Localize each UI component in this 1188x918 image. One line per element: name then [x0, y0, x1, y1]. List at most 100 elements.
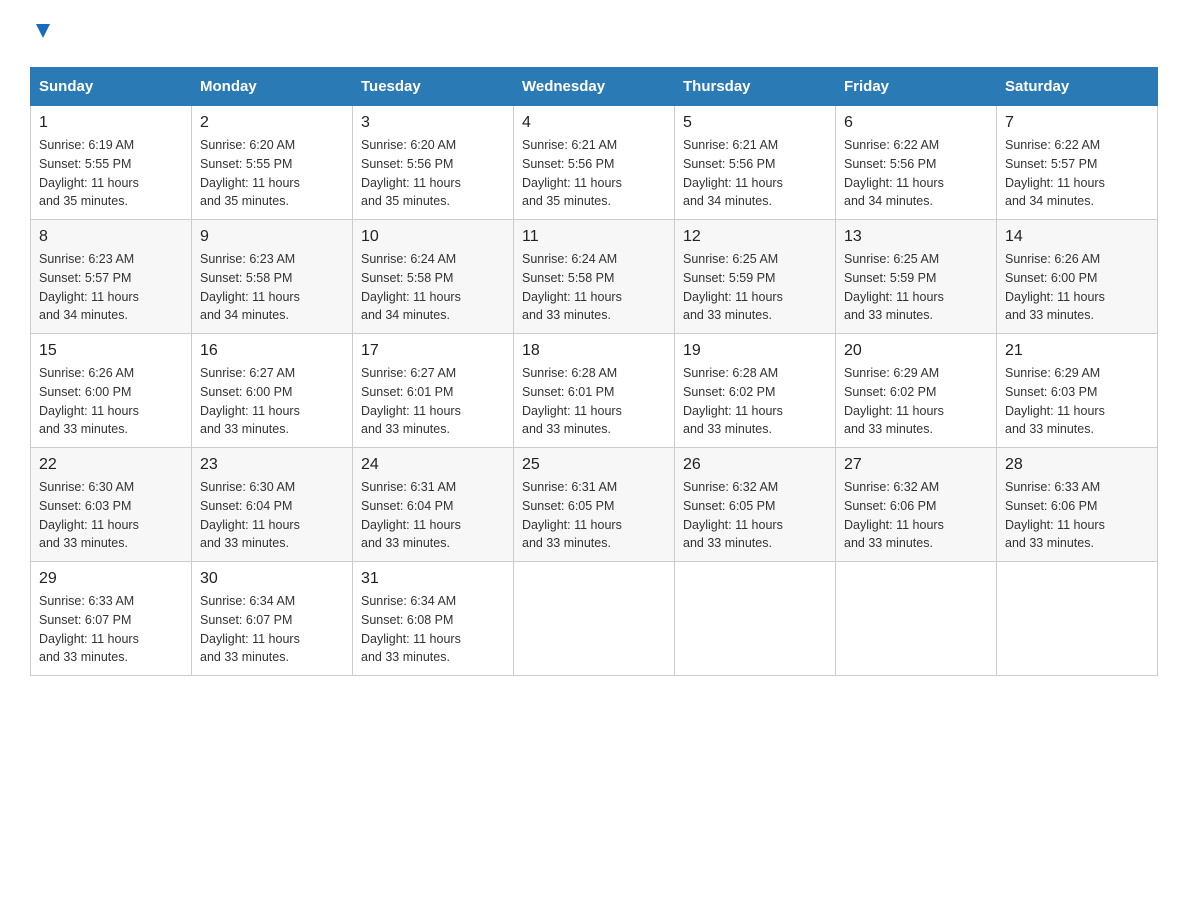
day-info: Sunrise: 6:20 AMSunset: 5:56 PMDaylight:…	[361, 136, 505, 211]
day-info: Sunrise: 6:31 AMSunset: 6:04 PMDaylight:…	[361, 478, 505, 553]
day-number: 16	[200, 342, 344, 360]
column-header-friday: Friday	[836, 68, 997, 106]
calendar-day-cell: 22 Sunrise: 6:30 AMSunset: 6:03 PMDayligh…	[31, 448, 192, 562]
calendar-day-cell: 4Sunrise: 6:21 AMSunset: 5:56 PMDaylight…	[514, 106, 675, 220]
day-info: Sunrise: 6:25 AMSunset: 5:59 PMDaylight:…	[683, 250, 827, 325]
day-number: 25	[522, 456, 666, 474]
calendar-day-cell: 10 Sunrise: 6:24 AMSunset: 5:58 PMDayligh…	[353, 220, 514, 334]
calendar-day-cell: 17Sunrise: 6:27 AMSunset: 6:01 PMDayligh…	[353, 334, 514, 448]
calendar-day-cell: 26 Sunrise: 6:32 AMSunset: 6:05 PMDayligh…	[675, 448, 836, 562]
day-info: Sunrise: 6:27 AMSunset: 6:01 PMDaylight:…	[361, 364, 505, 439]
calendar-day-cell: 14 Sunrise: 6:26 AMSunset: 6:00 PMDayligh…	[997, 220, 1158, 334]
day-number: 30	[200, 570, 344, 588]
day-number: 22	[39, 456, 183, 474]
day-number: 27	[844, 456, 988, 474]
day-number: 10	[361, 228, 505, 246]
calendar-day-cell: 18 Sunrise: 6:28 AMSunset: 6:01 PMDayligh…	[514, 334, 675, 448]
day-number: 15	[39, 342, 183, 360]
calendar-day-cell: 25 Sunrise: 6:31 AMSunset: 6:05 PMDayligh…	[514, 448, 675, 562]
calendar-empty-cell	[836, 562, 997, 676]
calendar-empty-cell	[514, 562, 675, 676]
calendar-week-row: 22 Sunrise: 6:30 AMSunset: 6:03 PMDayligh…	[31, 448, 1158, 562]
day-number: 23	[200, 456, 344, 474]
day-number: 13	[844, 228, 988, 246]
calendar-table: SundayMondayTuesdayWednesdayThursdayFrid…	[30, 67, 1158, 676]
calendar-week-row: 8 Sunrise: 6:23 AMSunset: 5:57 PMDaylight…	[31, 220, 1158, 334]
day-info: Sunrise: 6:25 AMSunset: 5:59 PMDaylight:…	[844, 250, 988, 325]
calendar-day-cell: 28 Sunrise: 6:33 AMSunset: 6:06 PMDayligh…	[997, 448, 1158, 562]
page-header	[30, 20, 1158, 47]
day-number: 21	[1005, 342, 1149, 360]
day-info: Sunrise: 6:27 AMSunset: 6:00 PMDaylight:…	[200, 364, 344, 439]
day-info: Sunrise: 6:34 AMSunset: 6:08 PMDaylight:…	[361, 592, 505, 667]
calendar-day-cell: 15Sunrise: 6:26 AMSunset: 6:00 PMDayligh…	[31, 334, 192, 448]
day-number: 20	[844, 342, 988, 360]
day-info: Sunrise: 6:34 AMSunset: 6:07 PMDaylight:…	[200, 592, 344, 667]
day-info: Sunrise: 6:24 AMSunset: 5:58 PMDaylight:…	[361, 250, 505, 325]
day-number: 7	[1005, 114, 1149, 132]
day-info: Sunrise: 6:21 AMSunset: 5:56 PMDaylight:…	[683, 136, 827, 211]
day-info: Sunrise: 6:23 AMSunset: 5:57 PMDaylight:…	[39, 250, 183, 325]
calendar-day-cell: 7 Sunrise: 6:22 AMSunset: 5:57 PMDaylight…	[997, 106, 1158, 220]
day-info: Sunrise: 6:29 AMSunset: 6:02 PMDaylight:…	[844, 364, 988, 439]
day-info: Sunrise: 6:26 AMSunset: 6:00 PMDaylight:…	[1005, 250, 1149, 325]
calendar-day-cell: 2Sunrise: 6:20 AMSunset: 5:55 PMDaylight…	[192, 106, 353, 220]
calendar-empty-cell	[675, 562, 836, 676]
day-info: Sunrise: 6:33 AMSunset: 6:06 PMDaylight:…	[1005, 478, 1149, 553]
calendar-empty-cell	[997, 562, 1158, 676]
day-info: Sunrise: 6:30 AMSunset: 6:03 PMDaylight:…	[39, 478, 183, 553]
day-info: Sunrise: 6:28 AMSunset: 6:01 PMDaylight:…	[522, 364, 666, 439]
day-info: Sunrise: 6:31 AMSunset: 6:05 PMDaylight:…	[522, 478, 666, 553]
calendar-day-cell: 12Sunrise: 6:25 AMSunset: 5:59 PMDayligh…	[675, 220, 836, 334]
day-number: 26	[683, 456, 827, 474]
day-number: 28	[1005, 456, 1149, 474]
calendar-day-cell: 11Sunrise: 6:24 AMSunset: 5:58 PMDayligh…	[514, 220, 675, 334]
calendar-day-cell: 3 Sunrise: 6:20 AMSunset: 5:56 PMDaylight…	[353, 106, 514, 220]
calendar-day-cell: 6 Sunrise: 6:22 AMSunset: 5:56 PMDaylight…	[836, 106, 997, 220]
calendar-day-cell: 31 Sunrise: 6:34 AMSunset: 6:08 PMDayligh…	[353, 562, 514, 676]
calendar-day-cell: 24 Sunrise: 6:31 AMSunset: 6:04 PMDayligh…	[353, 448, 514, 562]
day-number: 5	[683, 114, 827, 132]
column-header-tuesday: Tuesday	[353, 68, 514, 106]
day-info: Sunrise: 6:22 AMSunset: 5:57 PMDaylight:…	[1005, 136, 1149, 211]
day-info: Sunrise: 6:33 AMSunset: 6:07 PMDaylight:…	[39, 592, 183, 667]
day-number: 18	[522, 342, 666, 360]
calendar-day-cell: 16 Sunrise: 6:27 AMSunset: 6:00 PMDayligh…	[192, 334, 353, 448]
day-number: 24	[361, 456, 505, 474]
day-info: Sunrise: 6:22 AMSunset: 5:56 PMDaylight:…	[844, 136, 988, 211]
calendar-day-cell: 19Sunrise: 6:28 AMSunset: 6:02 PMDayligh…	[675, 334, 836, 448]
column-header-thursday: Thursday	[675, 68, 836, 106]
day-number: 3	[361, 114, 505, 132]
day-number: 14	[1005, 228, 1149, 246]
calendar-day-cell: 20 Sunrise: 6:29 AMSunset: 6:02 PMDayligh…	[836, 334, 997, 448]
day-number: 8	[39, 228, 183, 246]
day-info: Sunrise: 6:23 AMSunset: 5:58 PMDaylight:…	[200, 250, 344, 325]
day-info: Sunrise: 6:32 AMSunset: 6:06 PMDaylight:…	[844, 478, 988, 553]
day-info: Sunrise: 6:32 AMSunset: 6:05 PMDaylight:…	[683, 478, 827, 553]
calendar-day-cell: 13 Sunrise: 6:25 AMSunset: 5:59 PMDayligh…	[836, 220, 997, 334]
column-header-saturday: Saturday	[997, 68, 1158, 106]
calendar-day-cell: 8 Sunrise: 6:23 AMSunset: 5:57 PMDaylight…	[31, 220, 192, 334]
calendar-week-row: 15Sunrise: 6:26 AMSunset: 6:00 PMDayligh…	[31, 334, 1158, 448]
calendar-week-row: 29 Sunrise: 6:33 AMSunset: 6:07 PMDayligh…	[31, 562, 1158, 676]
day-number: 9	[200, 228, 344, 246]
logo	[30, 20, 54, 47]
day-info: Sunrise: 6:19 AMSunset: 5:55 PMDaylight:…	[39, 136, 183, 211]
column-header-sunday: Sunday	[31, 68, 192, 106]
column-header-wednesday: Wednesday	[514, 68, 675, 106]
calendar-day-cell: 1 Sunrise: 6:19 AMSunset: 5:55 PMDaylight…	[31, 106, 192, 220]
day-info: Sunrise: 6:28 AMSunset: 6:02 PMDaylight:…	[683, 364, 827, 439]
calendar-day-cell: 5 Sunrise: 6:21 AMSunset: 5:56 PMDaylight…	[675, 106, 836, 220]
calendar-header-row: SundayMondayTuesdayWednesdayThursdayFrid…	[31, 68, 1158, 106]
calendar-day-cell: 27 Sunrise: 6:32 AMSunset: 6:06 PMDayligh…	[836, 448, 997, 562]
day-number: 2	[200, 114, 344, 132]
calendar-day-cell: 29 Sunrise: 6:33 AMSunset: 6:07 PMDayligh…	[31, 562, 192, 676]
day-number: 1	[39, 114, 183, 132]
day-number: 31	[361, 570, 505, 588]
day-number: 4	[522, 114, 666, 132]
calendar-day-cell: 23Sunrise: 6:30 AMSunset: 6:04 PMDayligh…	[192, 448, 353, 562]
day-number: 6	[844, 114, 988, 132]
day-number: 29	[39, 570, 183, 588]
calendar-day-cell: 21Sunrise: 6:29 AMSunset: 6:03 PMDayligh…	[997, 334, 1158, 448]
calendar-day-cell: 9 Sunrise: 6:23 AMSunset: 5:58 PMDaylight…	[192, 220, 353, 334]
